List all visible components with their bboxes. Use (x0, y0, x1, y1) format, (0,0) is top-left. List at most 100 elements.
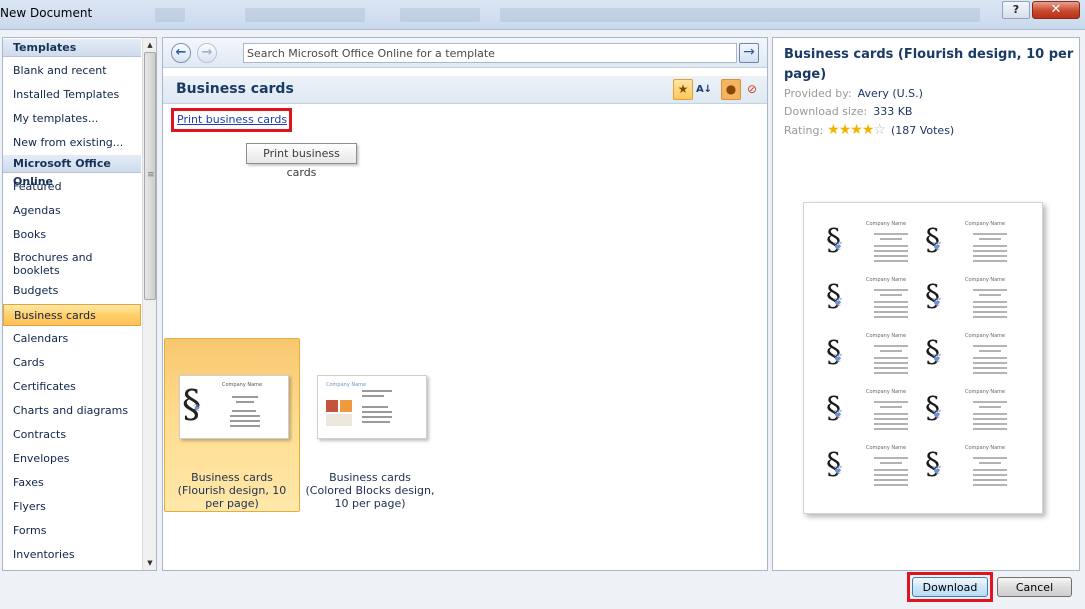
sidebar-item-blank-and-recent[interactable]: Blank and recent (3, 60, 141, 82)
title-bar: New Document ? ✕ (0, 0, 1085, 30)
preview-text-line (874, 362, 908, 364)
preview-text-line (874, 357, 908, 359)
sidebar-scrollbar[interactable]: ▲ ≡ ▼ (142, 38, 156, 570)
forward-arrow-icon[interactable]: → (197, 43, 217, 63)
template-categories-panel: Templates Blank and recent Installed Temp… (2, 37, 157, 571)
preview-company-name: Company Name (866, 389, 907, 395)
preview-card: § ❦ Company Name (925, 387, 1023, 439)
sidebar-item-installed-templates[interactable]: Installed Templates (3, 84, 141, 106)
preview-text-line (973, 372, 1007, 374)
sidebar-item-forms[interactable]: Forms (3, 520, 141, 542)
preview-text-line (973, 357, 1007, 359)
thumb-text-line (230, 420, 260, 422)
flourish-accent-icon: ❦ (932, 351, 943, 365)
flourish-accent-icon: ❦ (932, 463, 943, 477)
download-size-row: Download size: 333 KB (784, 105, 912, 118)
preview-text-line (874, 306, 908, 308)
template-label: Business cards (Flourish design, 10 per … (177, 471, 287, 510)
flourish-accent-icon: ❦ (932, 407, 943, 421)
user-icon[interactable]: ● (721, 79, 741, 100)
sidebar-item-envelopes[interactable]: Envelopes (3, 448, 141, 470)
sidebar-item-agendas[interactable]: Agendas (3, 200, 141, 222)
thumb-text-line (232, 410, 256, 412)
sidebar-item-calendars[interactable]: Calendars (3, 328, 141, 350)
preview-text-line (973, 362, 1007, 364)
preview-card: § ❦ Company Name (925, 275, 1023, 327)
preview-text-line (874, 418, 908, 420)
flourish-accent-icon: ❦ (932, 295, 943, 309)
sidebar-item-inventories[interactable]: Inventories (3, 544, 141, 566)
template-browser-panel: ← → → Business cards ★ A↓ ● ⊘ Print busi… (162, 37, 768, 571)
close-button[interactable]: ✕ (1032, 1, 1080, 19)
provided-by-row: Provided by: Avery (U.S.) (784, 87, 923, 100)
thumb-text-line (232, 396, 258, 398)
preview-card: § ❦ Company Name (826, 331, 924, 383)
print-link-highlight: Print business cards (171, 108, 292, 132)
sidebar-item-charts-and-diagrams[interactable]: Charts and diagrams (3, 400, 141, 422)
preview-text-line (874, 423, 908, 425)
sidebar-item-contracts[interactable]: Contracts (3, 424, 141, 446)
sidebar-item-new-from-existing[interactable]: New from existing... (3, 132, 141, 154)
thumb-text-line (236, 401, 254, 403)
scroll-up-icon[interactable]: ▲ (143, 38, 156, 52)
thumb-text-line (362, 421, 390, 423)
background-ribbon-ghost (400, 8, 480, 22)
background-ribbon-ghost (245, 8, 365, 22)
sidebar-item-faxes[interactable]: Faxes (3, 472, 141, 494)
sidebar-item-cards[interactable]: Cards (3, 352, 141, 374)
go-arrow-icon[interactable]: → (739, 43, 759, 63)
preview-text-line (979, 350, 1001, 352)
sidebar-item-books[interactable]: Books (3, 224, 141, 246)
sidebar-item-featured[interactable]: Featured (3, 176, 141, 198)
sidebar-item-budgets[interactable]: Budgets (3, 280, 141, 302)
cancel-button[interactable]: Cancel (997, 577, 1072, 597)
preview-text-line (874, 367, 908, 369)
preview-card: § ❦ Company Name (826, 219, 924, 271)
preview-company-name: Company Name (965, 277, 1006, 283)
preview-text-line (973, 306, 1007, 308)
color-block (340, 400, 352, 412)
preview-text-line (874, 301, 908, 303)
help-button[interactable]: ? (1002, 1, 1030, 19)
preview-company-name: Company Name (866, 333, 907, 339)
preview-card: § ❦ Company Name (925, 443, 1023, 495)
thumb-text-line (362, 411, 392, 413)
preview-card: § ❦ Company Name (925, 219, 1023, 271)
provided-by-label: Provided by: (784, 87, 852, 100)
preview-text-line (973, 469, 1007, 471)
tooltip: Print business cards (246, 143, 357, 179)
search-input[interactable] (243, 43, 737, 63)
flourish-accent-icon: ❦ (193, 403, 202, 414)
sort-by-rating-icon[interactable]: ★ (673, 79, 693, 100)
template-details-panel: Business cards (Flourish design, 10 per … (772, 37, 1080, 571)
preview-text-line (874, 484, 908, 486)
back-arrow-icon[interactable]: ← (171, 43, 191, 63)
preview-text-line (973, 233, 1007, 235)
preview-company-name: Company Name (866, 445, 907, 451)
sidebar-item-flyers[interactable]: Flyers (3, 496, 141, 518)
sidebar-item-my-templates[interactable]: My templates... (3, 108, 141, 130)
preview-text-line (973, 418, 1007, 420)
sidebar-item-brochures-and-booklets[interactable]: Brochures and booklets (3, 248, 141, 278)
preview-company-name: Company Name (965, 333, 1006, 339)
rating-stars-icon[interactable]: ★★★★☆ (827, 122, 886, 138)
sort-alphabetical-icon[interactable]: A↓ (694, 79, 714, 100)
preview-text-line (874, 428, 908, 430)
preview-company-name: Company Name (965, 221, 1006, 227)
preview-text-line (973, 413, 1007, 415)
preview-text-line (874, 311, 908, 313)
remove-user-icon[interactable]: ⊘ (742, 79, 762, 100)
scroll-down-icon[interactable]: ▼ (143, 556, 156, 570)
scrollbar-thumb[interactable]: ≡ (144, 52, 156, 300)
template-tile-flourish[interactable]: § ❦ Company Name Business cards (Flouris… (164, 338, 300, 512)
download-button[interactable]: Download (912, 577, 988, 597)
sidebar-item-certificates[interactable]: Certificates (3, 376, 141, 398)
preview-text-line (880, 294, 902, 296)
template-tile-colored-blocks[interactable]: Company Name Business cards (Colored Blo… (302, 338, 438, 512)
preview-text-line (874, 233, 908, 235)
preview-text-line (973, 479, 1007, 481)
sidebar-item-business-cards[interactable]: Business cards (3, 304, 141, 326)
print-business-cards-link[interactable]: Print business cards (177, 113, 287, 126)
detail-title: Business cards (Flourish design, 10 per … (784, 47, 1074, 82)
template-thumbnail: Company Name (317, 375, 427, 439)
